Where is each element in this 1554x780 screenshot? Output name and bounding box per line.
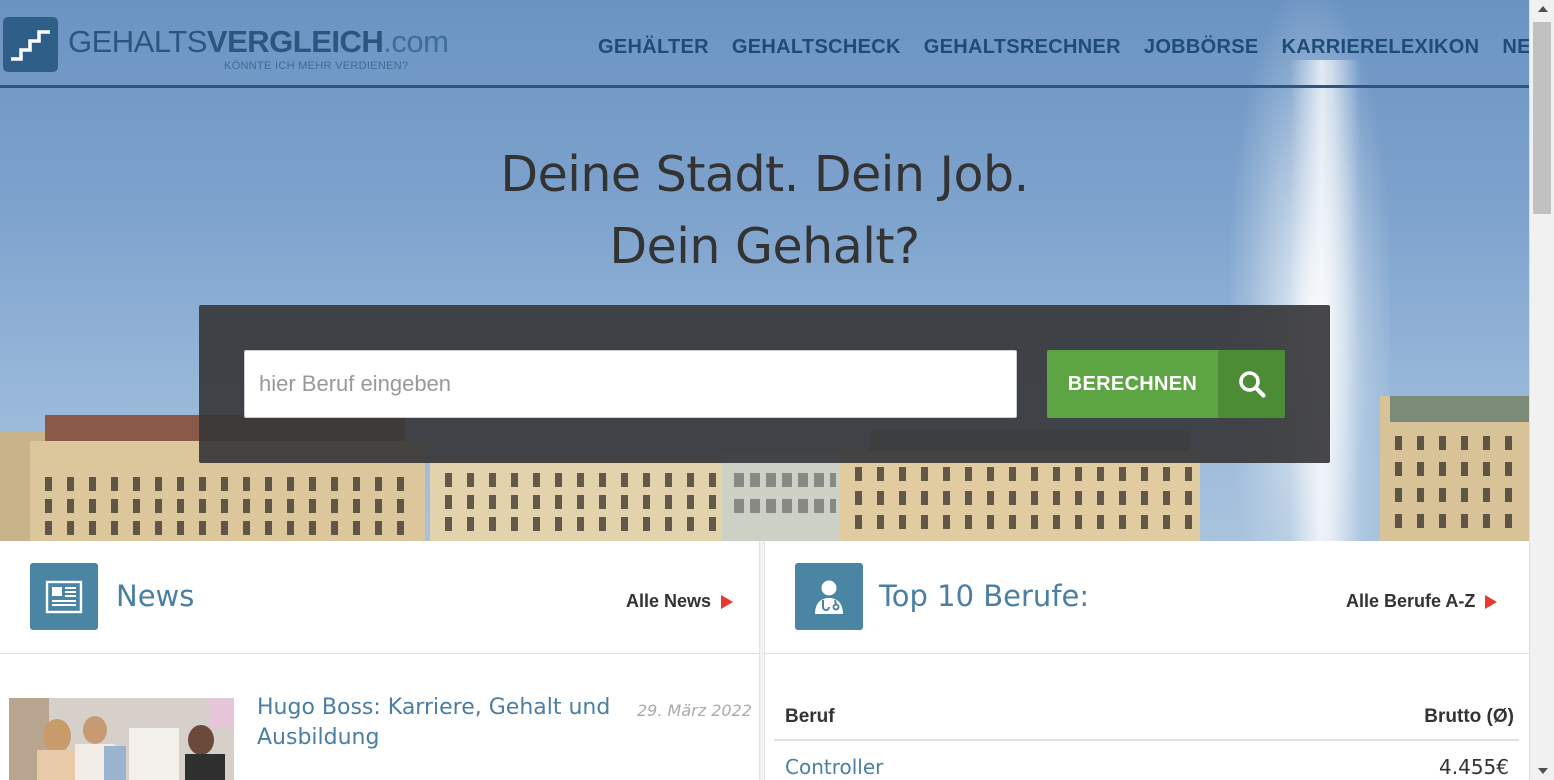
- nav-item-karrierelexikon[interactable]: KARRIERELEXIKON: [1282, 36, 1480, 59]
- column-header-salary: Brutto (Ø): [1424, 706, 1514, 727]
- logo-stairs-icon[interactable]: [3, 17, 58, 72]
- news-item-date: 29. März 2022: [637, 701, 752, 720]
- site-header: GEHALTSVERGLEICH.com KÖNNTE ICH MEHR VER…: [0, 0, 1554, 88]
- news-title: News: [116, 579, 195, 613]
- jobs-table-header: Beruf Brutto (Ø): [774, 693, 1519, 741]
- logo-brand-tld: .com: [383, 24, 449, 59]
- nav-item-gehaltscheck[interactable]: GEHALTSCHECK: [732, 36, 901, 59]
- scrollbar-thumb[interactable]: [1533, 22, 1551, 214]
- logo-wordmark[interactable]: GEHALTSVERGLEICH.com: [68, 24, 449, 60]
- all-jobs-link[interactable]: Alle Berufe A-Z: [1346, 591, 1498, 612]
- all-jobs-label: Alle Berufe A-Z: [1346, 591, 1476, 611]
- newspaper-icon: [30, 563, 98, 630]
- top-jobs-title: Top 10 Berufe:: [879, 579, 1090, 613]
- page-scrollbar[interactable]: [1529, 0, 1554, 780]
- calculate-button[interactable]: BERECHNEN: [1047, 350, 1285, 418]
- hero-heading-line2: Dein Gehalt?: [609, 218, 920, 275]
- top-jobs-header: Top 10 Berufe: Alle Berufe A-Z: [765, 541, 1529, 654]
- logo-brand-light: GEHALTS: [68, 24, 207, 59]
- column-header-job: Beruf: [785, 706, 835, 727]
- arrow-right-icon: [721, 594, 734, 609]
- top-jobs-section: Top 10 Berufe: Alle Berufe A-Z Beruf Bru…: [765, 541, 1529, 780]
- logo-tagline: KÖNNTE ICH MEHR VERDIENEN?: [224, 60, 409, 72]
- table-row: Controller 4.455€: [774, 741, 1519, 780]
- hero-heading-line1: Deine Stadt. Dein Job.: [500, 146, 1029, 203]
- job-name-link[interactable]: Controller: [785, 755, 883, 779]
- scroll-up-arrow-icon[interactable]: [1538, 6, 1548, 12]
- nav-item-gehaelter[interactable]: GEHÄLTER: [598, 36, 709, 59]
- news-header: News Alle News: [0, 541, 759, 654]
- all-news-link[interactable]: Alle News: [626, 591, 734, 612]
- news-section: News Alle News Hugo Boss: Karriere, Geha…: [0, 541, 759, 780]
- main-nav: GEHÄLTER GEHALTSCHECK GEHALTSRECHNER JOB…: [598, 36, 1554, 59]
- news-thumbnail[interactable]: [9, 698, 234, 780]
- calculate-button-label: BERECHNEN: [1067, 373, 1198, 395]
- logo-brand-bold: VERGLEICH: [206, 24, 384, 59]
- news-item-title[interactable]: Hugo Boss: Karriere, Gehalt und Ausbildu…: [257, 693, 627, 753]
- nav-item-gehaltsrechner[interactable]: GEHALTSRECHNER: [924, 36, 1121, 59]
- all-news-label: Alle News: [626, 591, 712, 611]
- job-search-input[interactable]: [244, 350, 1017, 418]
- nav-item-jobboerse[interactable]: JOBBÖRSE: [1144, 36, 1259, 59]
- job-salary: 4.455€: [1439, 755, 1509, 779]
- search-icon[interactable]: [1218, 350, 1285, 418]
- doctor-icon: [795, 563, 863, 630]
- scroll-down-arrow-icon[interactable]: [1538, 768, 1548, 774]
- arrow-right-icon: [1485, 594, 1498, 609]
- search-panel: BERECHNEN: [199, 305, 1330, 463]
